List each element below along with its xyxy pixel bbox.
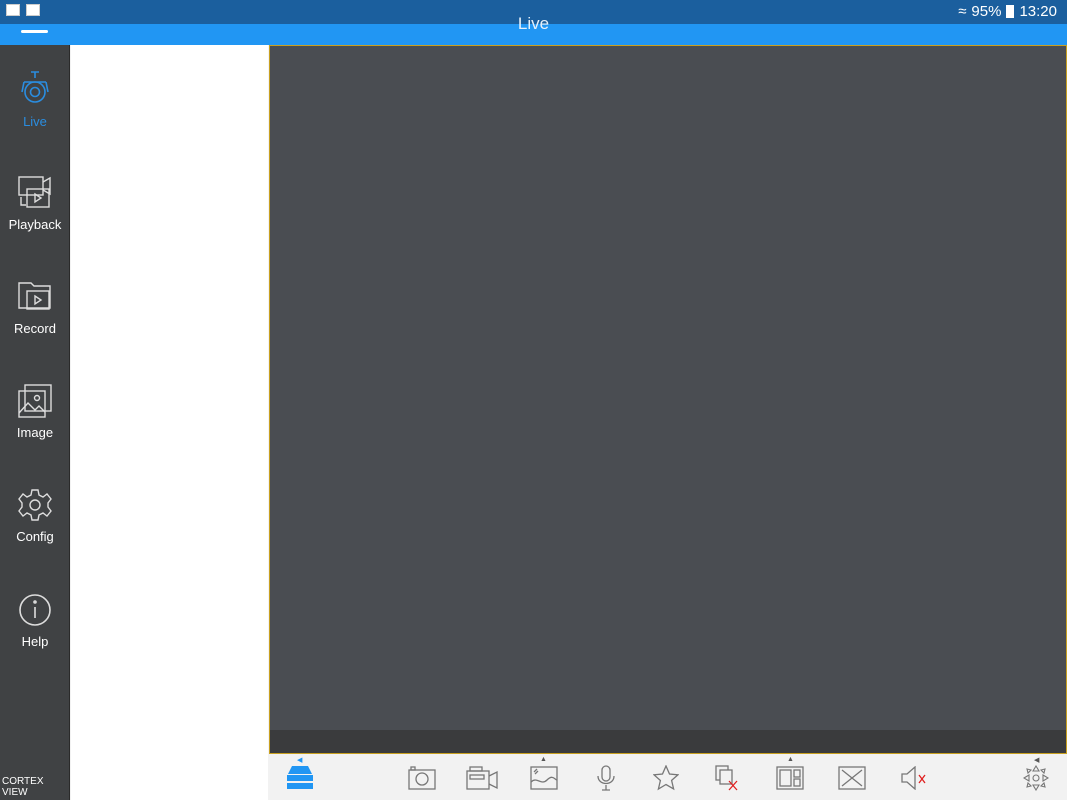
device-list-panel[interactable] [71, 45, 268, 800]
sidebar-item-label: Config [16, 529, 54, 544]
caret-left-icon: ◀ [297, 757, 303, 764]
snapshot-icon [408, 766, 436, 790]
sidebar-item-label: Live [23, 114, 47, 129]
ptz-icon [1023, 765, 1049, 791]
microphone-icon [597, 765, 615, 791]
favorite-star-icon [653, 765, 679, 791]
device-list-button[interactable] [284, 764, 316, 792]
close-all-button[interactable] [712, 764, 744, 792]
sidebar-item-config[interactable]: Config [0, 487, 70, 587]
sidebar-item-live[interactable]: Live [0, 70, 70, 170]
caret-left-icon: ◀ [1034, 757, 1040, 764]
info-icon [19, 594, 51, 626]
sidebar-item-image[interactable]: Image [0, 383, 70, 483]
sidebar-item-label: Help [21, 634, 49, 649]
favorite-button[interactable] [650, 764, 682, 792]
record-video-button[interactable] [466, 764, 498, 792]
camera-icon [21, 71, 49, 103]
brand-label: CORTEX VIEW [2, 776, 44, 798]
live-toolbar: ◀ ▲ ▲ ◀ [270, 754, 1067, 800]
image-icon [18, 384, 52, 418]
gear-icon [18, 489, 52, 521]
caret-up-icon: ▲ [787, 756, 794, 763]
sidebar-item-record[interactable]: Record [0, 279, 70, 379]
device-list-icon [287, 766, 313, 789]
playback-icon [18, 176, 51, 208]
app-header: Live [0, 14, 1067, 45]
quality-icon [530, 766, 558, 790]
video-status-bar [270, 730, 1066, 753]
ptz-button[interactable] [1020, 764, 1052, 792]
sidebar-item-label: Playback [8, 217, 62, 232]
split-layout-icon [776, 766, 804, 790]
sidebar-item-playback[interactable]: Playback [0, 175, 70, 275]
mute-button[interactable] [898, 764, 930, 792]
mute-icon [901, 766, 926, 790]
page-title: Live [517, 14, 550, 33]
quality-button[interactable] [528, 764, 560, 792]
fullscreen-button[interactable] [836, 764, 868, 792]
split-layout-button[interactable] [774, 764, 806, 792]
close-all-icon [715, 765, 738, 791]
menu-button[interactable] [21, 30, 48, 33]
snapshot-button[interactable] [406, 764, 438, 792]
microphone-button[interactable] [590, 764, 622, 792]
video-window[interactable] [269, 45, 1067, 754]
caret-up-icon: ▲ [540, 756, 547, 763]
sidebar-item-help[interactable]: Help [0, 592, 70, 692]
sidebar-item-label: Record [14, 321, 56, 336]
record-video-icon [466, 766, 498, 790]
sidebar: Live Playback Record Image Config Help C… [0, 45, 70, 800]
fullscreen-icon [838, 766, 866, 790]
sidebar-item-label: Image [16, 425, 54, 440]
record-folder-icon [18, 282, 51, 310]
